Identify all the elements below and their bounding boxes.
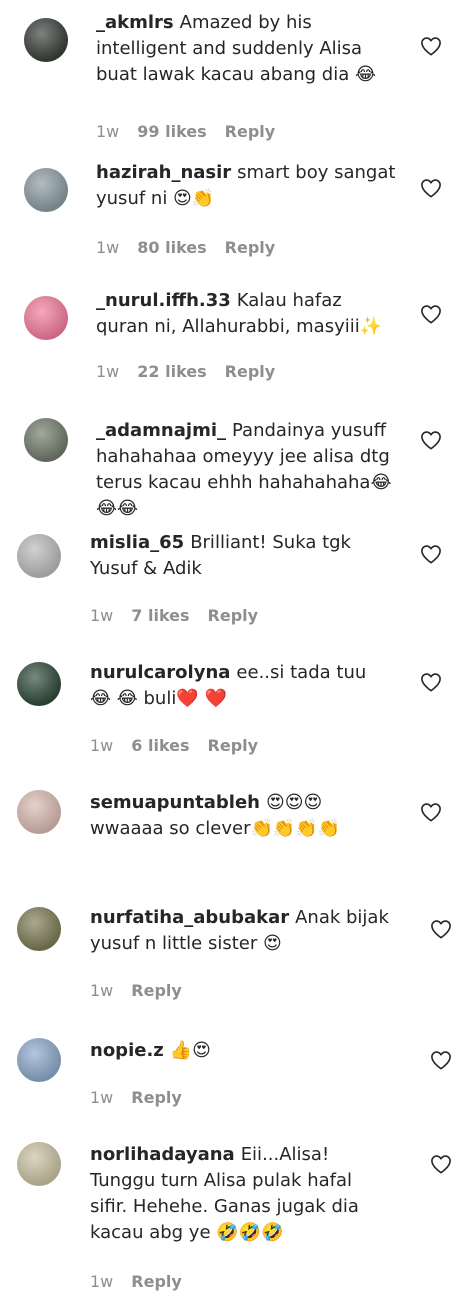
comment-meta: 1w 99 likes Reply [96, 122, 293, 141]
avatar-photo [17, 1038, 61, 1082]
heart-outline-icon[interactable] [420, 544, 442, 564]
comment-row: _nurul.iffh.33 Kalau hafaz quran ni, Alla… [0, 288, 473, 408]
comment-meta: 1w 22 likes Reply [96, 362, 293, 381]
comment-time: 1w [90, 736, 114, 755]
avatar[interactable] [24, 296, 68, 340]
comment-time: 1w [96, 362, 120, 381]
comment-row: norlihadayana Eii...Alisa! Tunggu turn Al… [0, 1142, 473, 1291]
comment-body: hazirah_nasir smart boy sangat yusuf ni 😍… [96, 160, 396, 212]
comment-username[interactable]: nurfatiha_abubakar [90, 907, 289, 928]
comment-time: 1w [90, 981, 114, 1000]
comment-username[interactable]: norlihadayana [90, 1144, 235, 1165]
comment-row: hazirah_nasir smart boy sangat yusuf ni 😍… [0, 160, 473, 280]
reply-button[interactable]: Reply [225, 238, 276, 257]
reply-button[interactable]: Reply [131, 981, 182, 1000]
comment-row: _akmlrs Amazed by his intelligent and sud… [0, 10, 473, 141]
avatar-photo [17, 662, 61, 706]
comment-row: semuapuntableh 😍😍😍 wwaaaa so clever👏👏👏👏 [0, 790, 473, 910]
comment-body: nopie.z 👍😍 [90, 1038, 410, 1064]
avatar[interactable] [17, 1038, 61, 1082]
heart-outline-icon[interactable] [420, 802, 442, 822]
avatar-photo [17, 534, 61, 578]
comment-row: _adamnajmi_ Pandainya yusuff hahahahaa om… [0, 418, 473, 538]
comment-text: 👍😍 [169, 1040, 211, 1061]
avatar-photo [17, 1142, 61, 1186]
comment-likes[interactable]: 99 likes [137, 122, 206, 141]
comment-meta: 1w Reply [90, 1272, 200, 1291]
comment-meta: 1w 80 likes Reply [96, 238, 293, 257]
heart-outline-icon[interactable] [420, 304, 442, 324]
comment-username[interactable]: _akmlrs [96, 12, 174, 33]
comment-likes[interactable]: 22 likes [137, 362, 206, 381]
comment-meta: 1w 7 likes Reply [90, 606, 276, 625]
avatar[interactable] [24, 418, 68, 462]
reply-button[interactable]: Reply [208, 736, 259, 755]
heart-outline-icon[interactable] [420, 672, 442, 692]
heart-outline-icon[interactable] [420, 178, 442, 198]
comment-username[interactable]: semuapuntableh [90, 792, 260, 813]
comment-likes[interactable]: 80 likes [137, 238, 206, 257]
avatar-photo [24, 18, 68, 62]
avatar[interactable] [17, 662, 61, 706]
comment-body: semuapuntableh 😍😍😍 wwaaaa so clever👏👏👏👏 [90, 790, 390, 842]
avatar[interactable] [24, 18, 68, 62]
heart-outline-icon[interactable] [430, 1154, 452, 1174]
comment-username[interactable]: _nurul.iffh.33 [96, 290, 231, 311]
comment-meta: 1w 6 likes Reply [90, 736, 276, 755]
reply-button[interactable]: Reply [225, 362, 276, 381]
avatar[interactable] [17, 534, 61, 578]
avatar-photo [24, 418, 68, 462]
comment-body: nurulcarolyna ee..si tada tuu 😂 😂 buli❤️ … [90, 660, 390, 712]
comment-username[interactable]: mislia_65 [90, 532, 184, 553]
avatar[interactable] [17, 907, 61, 951]
heart-outline-icon[interactable] [420, 36, 442, 56]
comment-username[interactable]: _adamnajmi_ [96, 420, 226, 441]
comment-row: nurfatiha_abubakar Anak bijak yusuf n lit… [0, 905, 473, 1025]
comment-body: mislia_65 Brilliant! Suka tgk Yusuf & Adi… [90, 530, 390, 582]
heart-outline-icon[interactable] [430, 1050, 452, 1070]
comment-likes[interactable]: 7 likes [131, 606, 189, 625]
comment-row: mislia_65 Brilliant! Suka tgk Yusuf & Adi… [0, 530, 473, 650]
comment-meta: 1w Reply [90, 981, 200, 1000]
heart-outline-icon[interactable] [420, 430, 442, 450]
comment-body: _akmlrs Amazed by his intelligent and sud… [96, 10, 396, 88]
comment-row: nurulcarolyna ee..si tada tuu 😂 😂 buli❤️ … [0, 660, 473, 780]
comment-body: _adamnajmi_ Pandainya yusuff hahahahaa om… [96, 418, 396, 522]
comment-meta: 1w Reply [90, 1088, 200, 1107]
comment-body: _nurul.iffh.33 Kalau hafaz quran ni, Alla… [96, 288, 396, 340]
comment-body: norlihadayana Eii...Alisa! Tunggu turn Al… [90, 1142, 390, 1246]
avatar-photo [17, 790, 61, 834]
avatar[interactable] [17, 1142, 61, 1186]
comment-time: 1w [96, 122, 120, 141]
reply-button[interactable]: Reply [131, 1088, 182, 1107]
comment-body: nurfatiha_abubakar Anak bijak yusuf n lit… [90, 905, 410, 957]
reply-button[interactable]: Reply [208, 606, 259, 625]
reply-button[interactable]: Reply [131, 1272, 182, 1291]
avatar-photo [17, 907, 61, 951]
avatar[interactable] [17, 790, 61, 834]
reply-button[interactable]: Reply [225, 122, 276, 141]
comment-row: nopie.z 👍😍 1w Reply [0, 1038, 473, 1158]
comment-time: 1w [90, 1272, 114, 1291]
comment-username[interactable]: nurulcarolyna [90, 662, 230, 683]
avatar-photo [24, 296, 68, 340]
comment-time: 1w [90, 606, 114, 625]
comment-likes[interactable]: 6 likes [131, 736, 189, 755]
avatar-photo [24, 168, 68, 212]
comment-username[interactable]: nopie.z [90, 1040, 164, 1061]
comment-time: 1w [96, 238, 120, 257]
heart-outline-icon[interactable] [430, 919, 452, 939]
comment-time: 1w [90, 1088, 114, 1107]
comment-username[interactable]: hazirah_nasir [96, 162, 231, 183]
avatar[interactable] [24, 168, 68, 212]
